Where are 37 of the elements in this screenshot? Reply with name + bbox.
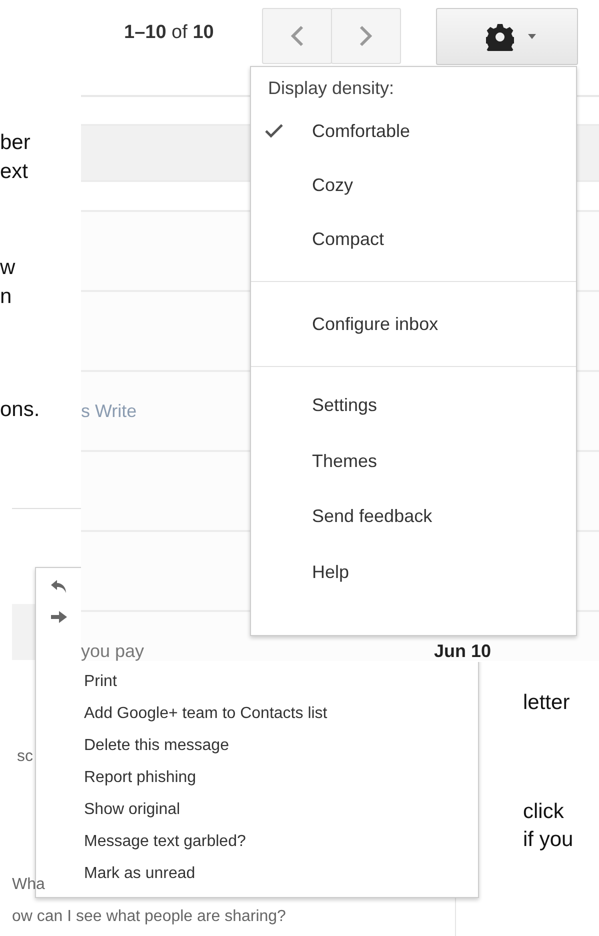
document-text: w [0, 256, 16, 280]
email-date: Jun 10 [434, 641, 492, 661]
email-snippet: sc [17, 748, 33, 766]
menu-item[interactable]: Message text garbled? [36, 826, 478, 858]
menu-item[interactable]: Show original [36, 794, 478, 826]
document-text: ext [0, 160, 28, 184]
document-text: n [0, 285, 12, 309]
document-text: ons. [0, 398, 40, 422]
menu-item[interactable]: Send feedback [251, 489, 576, 544]
settings-button[interactable] [436, 8, 578, 65]
menu-item[interactable]: Themes [251, 434, 576, 489]
email-snippet: s Write [81, 400, 137, 422]
menu-item[interactable]: Print [36, 666, 478, 698]
menu-item[interactable]: Help [251, 544, 576, 600]
density-option[interactable]: Comfortable [251, 106, 576, 156]
chevron-right-icon [359, 25, 373, 47]
page-range-text: 1–10 of 10 [124, 22, 214, 44]
email-snippet: Wha [12, 876, 45, 894]
menu-item[interactable]: Configure inbox [251, 299, 576, 349]
reply-icon[interactable] [51, 580, 67, 594]
density-option[interactable]: Compact [251, 214, 576, 264]
menu-item[interactable]: Settings [251, 378, 576, 434]
menu-heading: Display density: [267, 77, 396, 100]
menu-item[interactable]: Report phishing [36, 762, 478, 794]
email-subject: you pay [81, 641, 144, 661]
document-text: ber [0, 131, 30, 155]
menu-item[interactable]: Delete this message [36, 730, 478, 762]
menu-item[interactable]: Add Google+ team to Contacts list [36, 698, 478, 730]
document-text: if you [523, 828, 574, 852]
chevron-left-icon [290, 25, 304, 47]
caret-icon [528, 34, 536, 39]
document-text: letter [523, 691, 570, 715]
email-snippet: ow can I see what people are sharing? [12, 908, 286, 926]
density-option[interactable]: Cozy [251, 160, 576, 210]
settings-icon [486, 22, 514, 50]
forward-icon[interactable] [51, 611, 67, 623]
document-text: click [523, 800, 564, 824]
